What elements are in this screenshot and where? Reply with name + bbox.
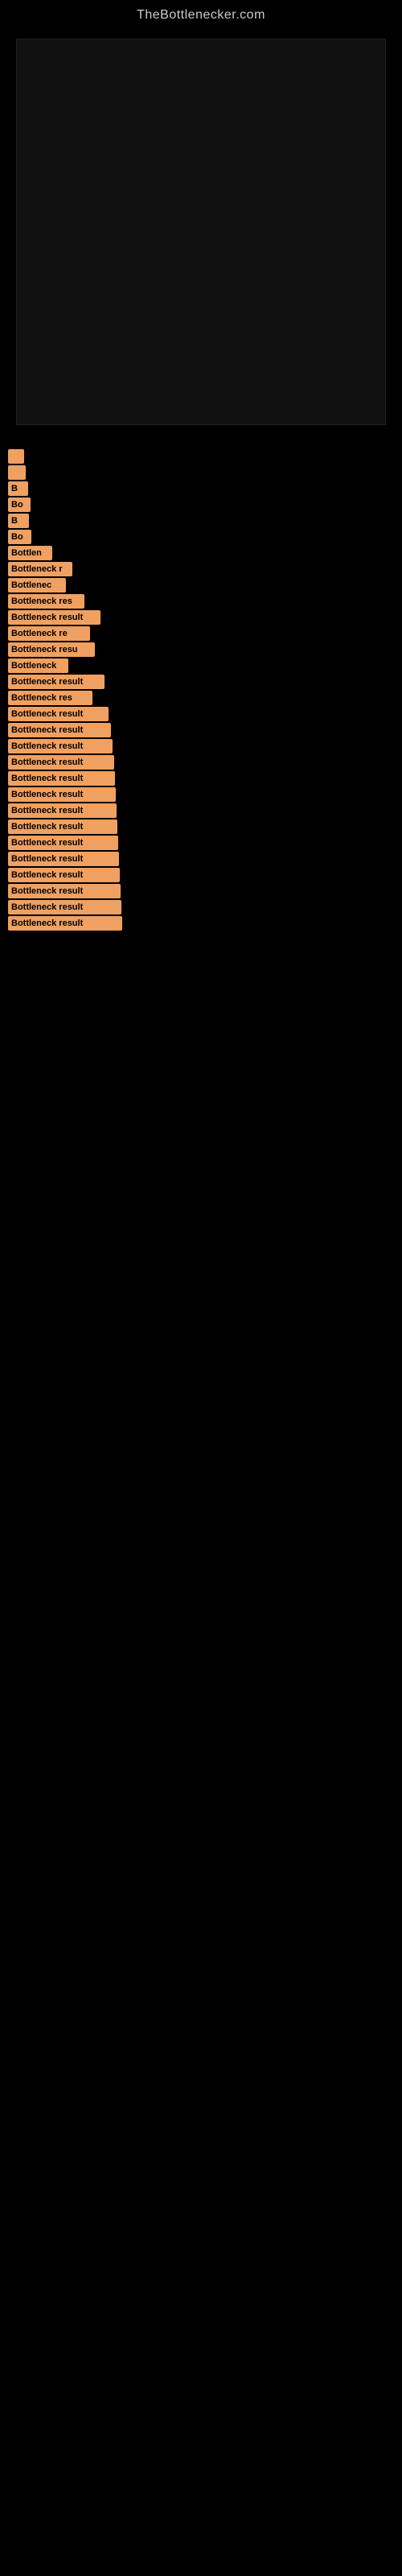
bar-row: Bottleneck re [8,626,394,641]
bar-row: B [8,514,394,528]
bar-row: Bottleneck result [8,836,394,850]
bottleneck-result-bar: Bottleneck result [8,900,121,914]
bottleneck-result-bar: Bottleneck result [8,803,117,818]
bar-row: Bottleneck res [8,691,394,705]
bottleneck-result-bar: Bottlenec [8,578,66,592]
bar-row: Bottleneck result [8,771,394,786]
site-title: TheBottlenecker.com [0,0,402,31]
bottleneck-result-bar: Bottleneck result [8,771,115,786]
bottleneck-result-bar: Bottleneck re [8,626,90,641]
bottleneck-result-bar [8,465,26,480]
bar-row: Bottleneck result [8,803,394,818]
bottleneck-result-bar: Bottleneck result [8,868,120,882]
bar-row: Bottleneck result [8,755,394,770]
bar-row: B [8,481,394,496]
bar-row: Bo [8,497,394,512]
bar-row: Bottlenec [8,578,394,592]
bar-row: Bottleneck result [8,868,394,882]
bar-row: Bo [8,530,394,544]
bottleneck-result-bar: Bottleneck result [8,755,114,770]
bottleneck-result-bar: Bottleneck result [8,884,121,898]
bottleneck-result-bar: Bottleneck result [8,916,122,931]
bar-row: Bottleneck result [8,787,394,802]
bottleneck-result-bar: Bottleneck result [8,610,100,625]
bottleneck-result-bar: Bottleneck result [8,707,109,721]
bar-row: Bottleneck result [8,900,394,914]
bottleneck-result-bar: Bottleneck resu [8,642,95,657]
bar-row: Bottlen [8,546,394,560]
bottleneck-result-bar: Bottleneck result [8,675,105,689]
bottleneck-result-bar: Bo [8,530,31,544]
bar-row: Bottleneck [8,658,394,673]
bottleneck-result-bar: B [8,481,28,496]
bottleneck-result-bar: Bottleneck result [8,787,116,802]
bar-row: Bottleneck result [8,916,394,931]
bar-row: Bottleneck resu [8,642,394,657]
bottleneck-result-bar: Bottlen [8,546,52,560]
bottleneck-result-bar: Bottleneck result [8,852,119,866]
bottleneck-result-bar [8,449,24,464]
bottleneck-result-bar: Bottleneck [8,658,68,673]
bottleneck-result-bar: Bottleneck result [8,723,111,737]
bar-row: Bottleneck result [8,707,394,721]
bottleneck-result-bar: Bo [8,497,31,512]
bar-row: Bottleneck res [8,594,394,609]
bottleneck-result-bar: B [8,514,29,528]
bar-row: Bottleneck result [8,739,394,753]
chart-area [16,39,386,425]
bar-row [8,465,394,480]
bottleneck-bars-container: BBoBBoBottlenBottleneck rBottlenecBottle… [0,433,402,948]
bottleneck-result-bar: Bottleneck r [8,562,72,576]
bar-row: Bottleneck r [8,562,394,576]
bar-row: Bottleneck result [8,723,394,737]
bottleneck-result-bar: Bottleneck result [8,739,113,753]
bar-row: Bottleneck result [8,819,394,834]
bottleneck-result-bar: Bottleneck result [8,819,117,834]
bar-row: Bottleneck result [8,852,394,866]
bottleneck-result-bar: Bottleneck result [8,836,118,850]
bottleneck-result-bar: Bottleneck res [8,691,92,705]
bar-row: Bottleneck result [8,675,394,689]
bottleneck-result-bar: Bottleneck res [8,594,84,609]
bar-row: Bottleneck result [8,610,394,625]
bar-row [8,449,394,464]
bar-row: Bottleneck result [8,884,394,898]
